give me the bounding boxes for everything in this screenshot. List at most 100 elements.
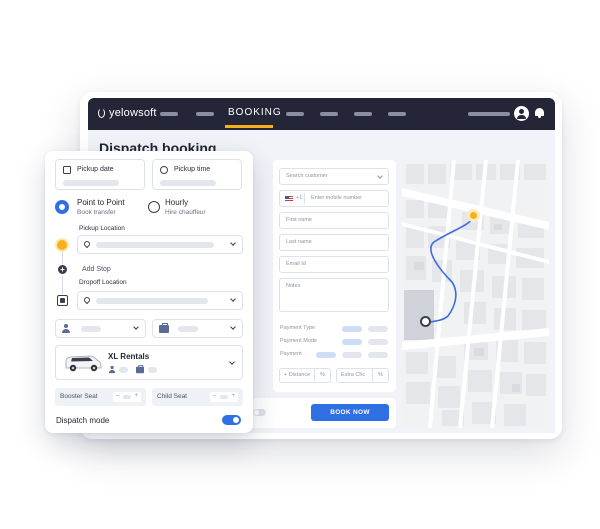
chevron-down-icon[interactable] <box>230 296 236 302</box>
dropoff-location-label: Dropoff Location <box>79 279 127 286</box>
brand-name: yelowsoft <box>109 107 157 119</box>
dispatch-mode-label: Dispatch mode <box>56 416 110 425</box>
minus-icon[interactable]: – <box>213 393 216 399</box>
vehicle-select[interactable]: XL Rentals <box>55 345 243 380</box>
chevron-down-icon[interactable] <box>230 240 236 246</box>
passenger-select[interactable] <box>55 319 146 338</box>
pickup-map-marker[interactable] <box>467 209 480 222</box>
top-navbar: yelowsoft BOOKING <box>88 98 555 130</box>
minus-icon[interactable]: – <box>116 393 119 399</box>
phone-code: +1 <box>296 195 303 201</box>
nav-item[interactable] <box>196 112 214 116</box>
booster-seat-value <box>123 395 131 399</box>
first-name-field[interactable]: First name <box>279 212 389 229</box>
dropoff-map-marker[interactable] <box>420 316 431 327</box>
dropoff-marker-icon <box>57 295 68 306</box>
notes-field[interactable]: Notes <box>279 278 389 312</box>
hourly-subtitle: Hire chauffeur <box>165 209 206 216</box>
dropoff-location-input[interactable] <box>77 291 243 310</box>
dropoff-location-value <box>96 298 208 304</box>
clock-icon <box>160 166 168 174</box>
payment-mode-option[interactable] <box>368 339 388 345</box>
customer-form: Search customer +1 Enter mobile number F… <box>273 160 396 392</box>
route-connector <box>62 252 63 264</box>
phone-field[interactable]: +1 Enter mobile number <box>279 190 389 207</box>
car-icon <box>65 355 102 372</box>
flag-icon[interactable] <box>285 196 293 202</box>
nav-item[interactable] <box>388 112 406 116</box>
extra-charge-unit: % <box>372 369 388 382</box>
pickup-location-label: Pickup Location <box>79 225 125 232</box>
user-icon[interactable] <box>514 106 529 121</box>
hourly-title: Hourly <box>165 198 189 207</box>
person-icon <box>108 365 116 374</box>
brand-logo[interactable]: yelowsoft <box>98 107 157 119</box>
nav-item[interactable] <box>320 112 338 116</box>
booster-seat-stepper[interactable]: – + <box>113 392 141 402</box>
chevron-down-icon[interactable] <box>229 359 235 365</box>
payment-mode-label: Payment Mode <box>280 338 317 344</box>
extra-charge-field[interactable]: Extra Chc % <box>336 368 389 383</box>
pin-icon <box>82 295 92 305</box>
divider <box>304 193 305 204</box>
nav-item[interactable] <box>354 112 372 116</box>
point-to-point-subtitle: Book transfer <box>77 209 116 216</box>
payment-option[interactable] <box>368 352 388 358</box>
map-canvas <box>402 160 549 428</box>
distance-label: + Distance <box>284 372 311 378</box>
chevron-down-icon[interactable] <box>133 324 139 330</box>
payment-label: Payment <box>280 351 302 357</box>
toggle-switch[interactable] <box>253 409 266 416</box>
extra-charge-label: Extra Chc <box>341 372 366 378</box>
pickup-marker-icon <box>57 240 67 250</box>
hourly-radio[interactable] <box>148 201 160 213</box>
pickup-time-field[interactable]: Pickup time <box>152 159 242 190</box>
user-name <box>468 112 510 116</box>
payment-mode-option[interactable] <box>342 339 362 345</box>
luggage-select[interactable] <box>152 319 243 338</box>
payment-type-option[interactable] <box>368 326 388 332</box>
book-now-button[interactable]: BOOK NOW <box>311 404 389 421</box>
pin-icon <box>82 239 92 249</box>
nav-item-booking[interactable]: BOOKING <box>228 107 282 118</box>
passenger-value <box>81 326 101 332</box>
email-field[interactable]: Email Id <box>279 256 389 273</box>
nav-item[interactable] <box>160 112 178 116</box>
plus-icon[interactable]: + <box>134 393 138 399</box>
route-map[interactable] <box>402 160 549 428</box>
booking-panel: Pickup date Pickup time Point to Point B… <box>45 151 253 433</box>
distance-unit: % <box>314 369 330 382</box>
route-connector <box>62 276 63 294</box>
point-to-point-radio[interactable] <box>56 201 68 213</box>
child-seat-label: Child Seat <box>157 393 187 400</box>
booster-seat-label: Booster Seat <box>60 393 98 400</box>
payment-type-label: Payment Type <box>280 325 316 331</box>
person-icon <box>62 324 71 333</box>
add-stop-button[interactable]: Add Stop <box>82 266 111 273</box>
child-seat-stepper[interactable]: – + <box>210 392 238 402</box>
payment-option[interactable] <box>342 352 362 358</box>
nav-item[interactable] <box>286 112 304 116</box>
bell-icon[interactable] <box>535 107 544 118</box>
plus-icon[interactable]: + <box>231 393 235 399</box>
last-name-field[interactable]: Last name <box>279 234 389 251</box>
booking-action-bar: BOOK NOW <box>245 398 396 428</box>
pickup-location-value <box>96 242 214 248</box>
payment-option[interactable] <box>316 352 336 358</box>
pickup-location-input[interactable] <box>77 235 243 254</box>
logo-icon <box>98 108 105 118</box>
plus-icon[interactable]: + <box>58 265 67 274</box>
stage: yelowsoft BOOKING Dispatch booking Searc… <box>0 0 600 529</box>
search-customer-input[interactable]: Search customer <box>279 168 389 185</box>
phone-input[interactable]: Enter mobile number <box>311 191 362 206</box>
pickup-time-value <box>160 180 216 186</box>
calendar-icon <box>63 166 71 174</box>
child-seat-value <box>220 395 228 399</box>
luggage-icon <box>159 323 169 333</box>
pickup-date-field[interactable]: Pickup date <box>55 159 145 190</box>
payment-type-option[interactable] <box>342 326 362 332</box>
distance-field[interactable]: + Distance % <box>279 368 331 383</box>
chevron-down-icon[interactable] <box>230 324 236 330</box>
dispatch-mode-toggle[interactable] <box>222 415 241 425</box>
vehicle-luggage <box>148 367 157 373</box>
